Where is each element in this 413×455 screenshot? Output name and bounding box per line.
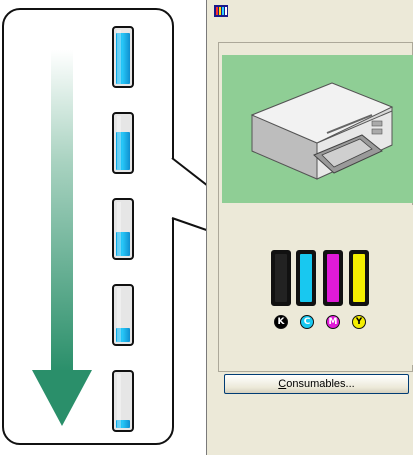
- ink-status-area: [222, 205, 413, 365]
- ink-badge-magenta: M: [326, 315, 340, 329]
- title-bar: [207, 0, 413, 22]
- printer-preview: [222, 55, 413, 203]
- ink-tank-black: [275, 254, 287, 302]
- consumables-label: onsumables...: [286, 378, 355, 390]
- ink-cartridge-cyan: [296, 250, 316, 306]
- ink-cartridge-magenta: [323, 250, 343, 306]
- ink-badge-yellow: Y: [352, 315, 366, 329]
- ink-tank-yellow: [353, 254, 365, 302]
- ink-badge-black: K: [274, 315, 288, 329]
- ink-tank-magenta: [327, 254, 339, 302]
- consumables-button[interactable]: Consumables...: [224, 374, 409, 394]
- ink-badge-cyan: C: [300, 315, 314, 329]
- ink-cartridge-black: [271, 250, 291, 306]
- ink-cartridge-yellow: [349, 250, 369, 306]
- ink-tank-cyan: [300, 254, 312, 302]
- printer-icon: [250, 82, 394, 180]
- printer-app-icon: [214, 5, 228, 17]
